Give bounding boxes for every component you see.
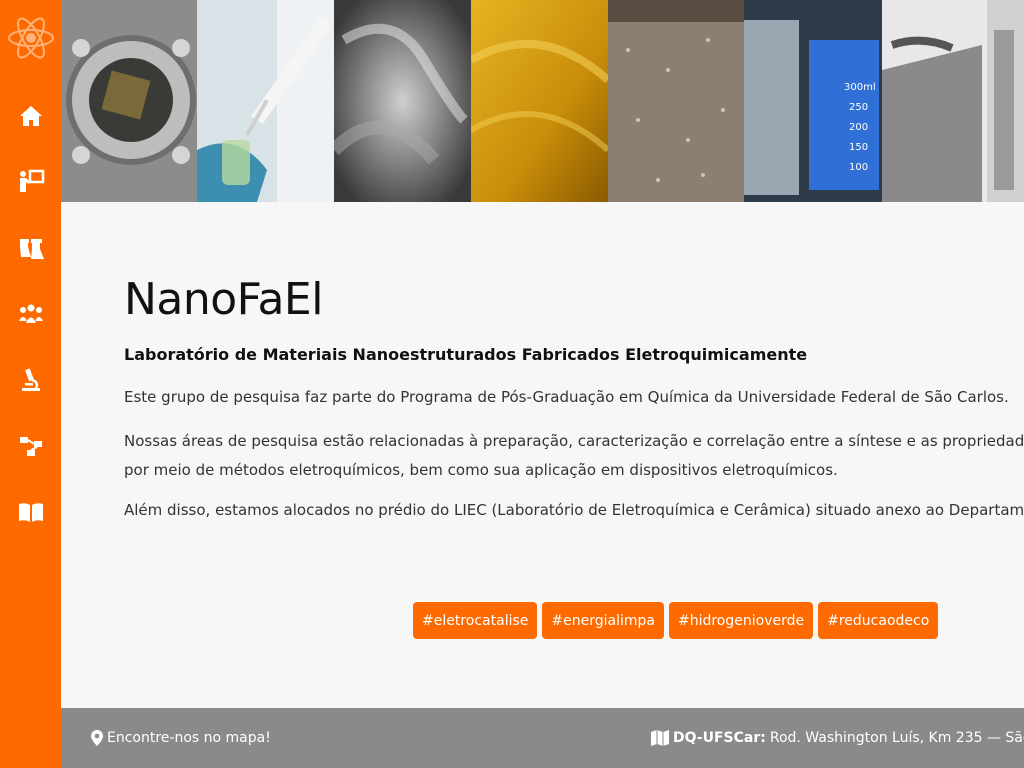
address-label: DQ-UFSCar: bbox=[673, 730, 766, 746]
atom-logo-icon[interactable] bbox=[5, 10, 57, 66]
main-content: NanoFaEl Laboratório de Materiais Nanoes… bbox=[61, 202, 1024, 708]
tag-energialimpa[interactable]: #energialimpa bbox=[542, 602, 664, 639]
footer: Encontre-nos no mapa! DQ-UFSCar: Rod. Wa… bbox=[61, 708, 1024, 768]
svg-text:250: 250 bbox=[849, 102, 868, 113]
svg-text:300ml: 300ml bbox=[844, 82, 876, 93]
map-pin-icon bbox=[91, 730, 103, 746]
banner-image-smoke bbox=[334, 0, 471, 202]
research-line-1: Nossas áreas de pesquisa estão relaciona… bbox=[124, 432, 1024, 450]
map-icon bbox=[651, 730, 669, 746]
presentation-icon bbox=[19, 169, 44, 192]
map-link-label: Encontre-nos no mapa! bbox=[107, 730, 271, 746]
hashtag-list: #eletrocatalise #energialimpa #hidrogeni… bbox=[413, 602, 939, 639]
intro-paragraph: Este grupo de pesquisa faz parte do Prog… bbox=[124, 388, 1009, 406]
home-icon bbox=[19, 106, 42, 126]
header-banner: 300ml 250 200 150 100 bbox=[61, 0, 1024, 202]
banner-image-beakers: 300ml 250 200 150 100 bbox=[744, 0, 882, 202]
page-title: NanoFaEl bbox=[124, 274, 323, 325]
banner-image-building bbox=[882, 0, 1024, 202]
tag-hidrogenioverde[interactable]: #hidrogenioverde bbox=[668, 602, 814, 639]
page-subtitle: Laboratório de Materiais Nanoestruturado… bbox=[124, 345, 808, 364]
sidebar bbox=[0, 0, 61, 768]
svg-text:150: 150 bbox=[849, 142, 868, 153]
nav-microscope[interactable] bbox=[0, 360, 61, 400]
svg-text:200: 200 bbox=[849, 122, 868, 133]
map-link[interactable]: Encontre-nos no mapa! bbox=[91, 730, 271, 746]
address-text: Rod. Washington Luís, Km 235 — São Ca bbox=[769, 730, 1024, 746]
nav-network[interactable] bbox=[0, 426, 61, 466]
network-icon bbox=[19, 437, 42, 456]
nav-presentation[interactable] bbox=[0, 161, 61, 201]
flask-icon bbox=[19, 239, 44, 259]
footer-address: DQ-UFSCar: Rod. Washington Luís, Km 235 … bbox=[651, 730, 1024, 746]
microscope-icon bbox=[21, 368, 40, 391]
research-paragraph: Nossas áreas de pesquisa estão relaciona… bbox=[124, 427, 1024, 485]
location-paragraph: Além disso, estamos alocados no prédio d… bbox=[124, 501, 1024, 519]
nav-home[interactable] bbox=[0, 96, 61, 136]
svg-text:100: 100 bbox=[849, 162, 868, 173]
team-icon bbox=[18, 304, 43, 323]
banner-image-pipette bbox=[197, 0, 334, 202]
tag-eletrocatalise[interactable]: #eletrocatalise bbox=[413, 602, 538, 639]
nav-team[interactable] bbox=[0, 295, 61, 335]
banner-image-granular bbox=[608, 0, 744, 202]
banner-image-reactor bbox=[61, 0, 197, 202]
nav-flask[interactable] bbox=[0, 229, 61, 269]
tag-reducaodeco[interactable]: #reducaodeco bbox=[818, 602, 939, 639]
book-icon bbox=[18, 503, 43, 522]
nav-book[interactable] bbox=[0, 492, 61, 532]
banner-image-golden bbox=[471, 0, 608, 202]
research-line-2: por meio de métodos eletroquímicos, bem … bbox=[124, 461, 838, 479]
